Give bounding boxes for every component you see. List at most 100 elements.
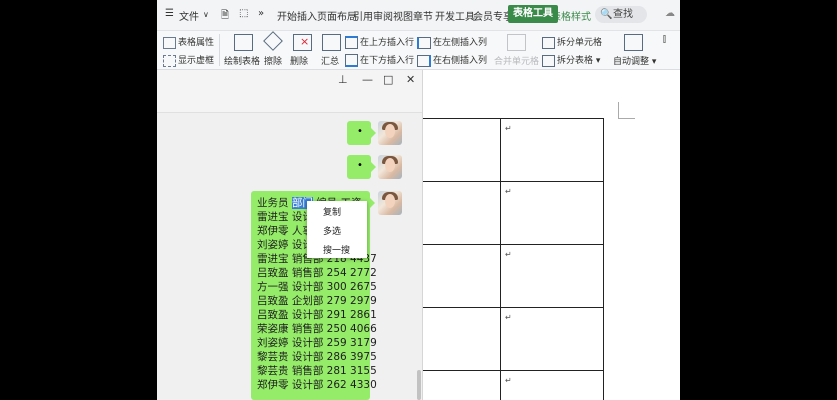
search-box[interactable]: 🔍 查找: [595, 6, 647, 23]
chat-header: ⊥ — □ ✕: [157, 70, 422, 113]
show-gridlines-label: 显示虚框: [178, 56, 215, 66]
table-border: [422, 181, 604, 182]
menu-item-multiselect[interactable]: 多选: [323, 224, 341, 237]
bubble-tail: [371, 162, 376, 172]
insert-col-right-icon: [417, 54, 431, 67]
more-ribbon-icon[interactable]: ⫿: [663, 35, 666, 45]
message-text: •: [357, 160, 363, 171]
draw-table-icon: [234, 34, 253, 51]
file-menu[interactable]: 文件: [179, 8, 199, 23]
insert-right-label: 在右侧插入列: [433, 56, 488, 66]
avatar[interactable]: [378, 121, 402, 145]
hamburger-icon[interactable]: ☰: [165, 8, 174, 19]
chevron-down-icon[interactable]: ∨: [203, 10, 209, 19]
menu-item-copy[interactable]: 复制: [323, 205, 341, 218]
insert-below-button[interactable]: 在下方插入行: [345, 53, 414, 67]
tab-page-layout[interactable]: 页面布局: [317, 8, 357, 23]
tab-start[interactable]: 开始: [277, 8, 297, 23]
more-icon[interactable]: »: [258, 8, 264, 19]
insert-col-left-icon: [417, 36, 431, 49]
table-border: [422, 244, 604, 245]
insert-row-below-icon: [345, 54, 358, 67]
scrollbar[interactable]: [417, 370, 421, 400]
save-icon[interactable]: 🗎: [221, 8, 229, 25]
search-icon: 🔍: [600, 9, 613, 20]
eraser-button[interactable]: 擦除: [264, 54, 282, 67]
chat-window: ⊥ — □ ✕ • • 业务员 部门 编号 工资 雷进宝 设计部 郑伊零 人事 …: [157, 70, 423, 400]
auto-fit-icon: [624, 34, 643, 51]
message-line: 郑伊零 人事: [257, 225, 313, 237]
context-menu: 复制 多选 搜一搜: [307, 201, 367, 258]
draw-table-button[interactable]: 绘制表格: [224, 54, 260, 67]
tab-developer[interactable]: 开发工具: [435, 8, 475, 23]
minimize-icon[interactable]: —: [362, 73, 373, 86]
message-line: 郑伊零 设计部 262 4330: [257, 379, 377, 391]
divider: [219, 34, 220, 66]
tab-chapter[interactable]: 章节: [413, 8, 433, 23]
gridlines-icon: [163, 54, 176, 67]
cloud-icon[interactable]: ☁: [665, 8, 675, 19]
show-gridlines-button[interactable]: 显示虚框: [163, 53, 214, 67]
document-page: ↵ ↵ ↵ ↵ ↵: [422, 70, 680, 400]
merge-cells-button[interactable]: 合并单元格: [494, 54, 539, 67]
avatar[interactable]: [378, 155, 402, 179]
avatar[interactable]: [378, 191, 402, 215]
tab-references[interactable]: 引用: [353, 8, 373, 23]
table-properties-button[interactable]: 表格属性: [163, 35, 214, 49]
tab-view[interactable]: 视图: [393, 8, 413, 23]
insert-above-button[interactable]: 在上方插入行: [345, 35, 414, 49]
message-line: 刘姿婷 设计部 259 3179: [257, 337, 377, 349]
merge-cells-icon: [507, 34, 526, 51]
message-line: 黎芸贵 销售部 281 3155: [257, 365, 377, 377]
tab-table-style[interactable]: 表格样式: [551, 8, 591, 23]
insert-row-above-icon: [345, 36, 358, 49]
delete-icon: ×: [293, 34, 312, 51]
message-line: 吕致盈 设计部 291 2861: [257, 309, 377, 321]
message-bubble[interactable]: •: [347, 155, 371, 179]
menu-bar: ☰ 文件 ∨ 🗎 ⬚ » 开始 插入 页面布局 引用 审阅 视图 章节 开发工具…: [157, 0, 680, 31]
pin-icon[interactable]: ⊥: [338, 73, 348, 86]
insert-below-label: 在下方插入行: [360, 56, 415, 66]
menu-item-search[interactable]: 搜一搜: [323, 243, 350, 256]
table-properties-label: 表格属性: [178, 38, 215, 48]
line-text: 业务员: [257, 197, 292, 209]
bubble-tail: [370, 198, 375, 208]
paragraph-mark: ↵: [505, 250, 512, 259]
split-table-button[interactable]: 拆分表格 ▾: [542, 53, 600, 67]
summary-button[interactable]: 汇总: [321, 54, 339, 67]
table-border: [422, 307, 604, 308]
insert-above-label: 在上方插入行: [360, 38, 415, 48]
auto-fit-button[interactable]: 自动调整 ▾: [613, 54, 656, 67]
split-cells-button[interactable]: 拆分单元格: [542, 35, 602, 49]
close-icon[interactable]: ✕: [406, 73, 415, 86]
split-table-label: 拆分表格: [557, 56, 594, 66]
search-label: 查找: [613, 9, 633, 20]
message-line: 吕致盈 销售部 254 2772: [257, 267, 377, 279]
delete-button[interactable]: 删除: [290, 54, 308, 67]
tab-review[interactable]: 审阅: [373, 8, 393, 23]
insert-right-button[interactable]: 在右侧插入列: [417, 53, 487, 67]
paragraph-mark: ↵: [505, 313, 512, 322]
message-line: 方一强 设计部 300 2675: [257, 281, 377, 293]
auto-fit-label: 自动调整: [613, 57, 650, 67]
summary-icon: [322, 34, 341, 51]
bubble-tail: [371, 128, 376, 138]
tab-insert[interactable]: 插入: [297, 8, 317, 23]
table-border: [603, 118, 604, 400]
paragraph-mark: ↵: [505, 187, 512, 196]
split-table-icon: [542, 54, 555, 67]
insert-left-button[interactable]: 在左侧插入列: [417, 35, 487, 49]
ribbon-toolbar: 表格属性 显示虚框 绘制表格 擦除 × 删除 汇总 在上方插入行 在下方插入行 …: [157, 31, 680, 70]
tab-member[interactable]: 会员专享: [473, 8, 513, 23]
export-icon[interactable]: ⬚: [239, 8, 248, 19]
maximize-icon[interactable]: □: [383, 73, 393, 86]
margin-marker: [618, 102, 635, 119]
eraser-icon: [263, 31, 283, 51]
message-line: 荣姿康 销售部 250 4066: [257, 323, 377, 335]
paragraph-mark: ↵: [505, 376, 512, 385]
table-properties-icon: [163, 36, 176, 49]
table-border: [422, 118, 604, 119]
message-line: 黎芸贵 设计部 286 3975: [257, 351, 377, 363]
message-bubble[interactable]: •: [347, 121, 371, 145]
table-border: [422, 370, 604, 371]
